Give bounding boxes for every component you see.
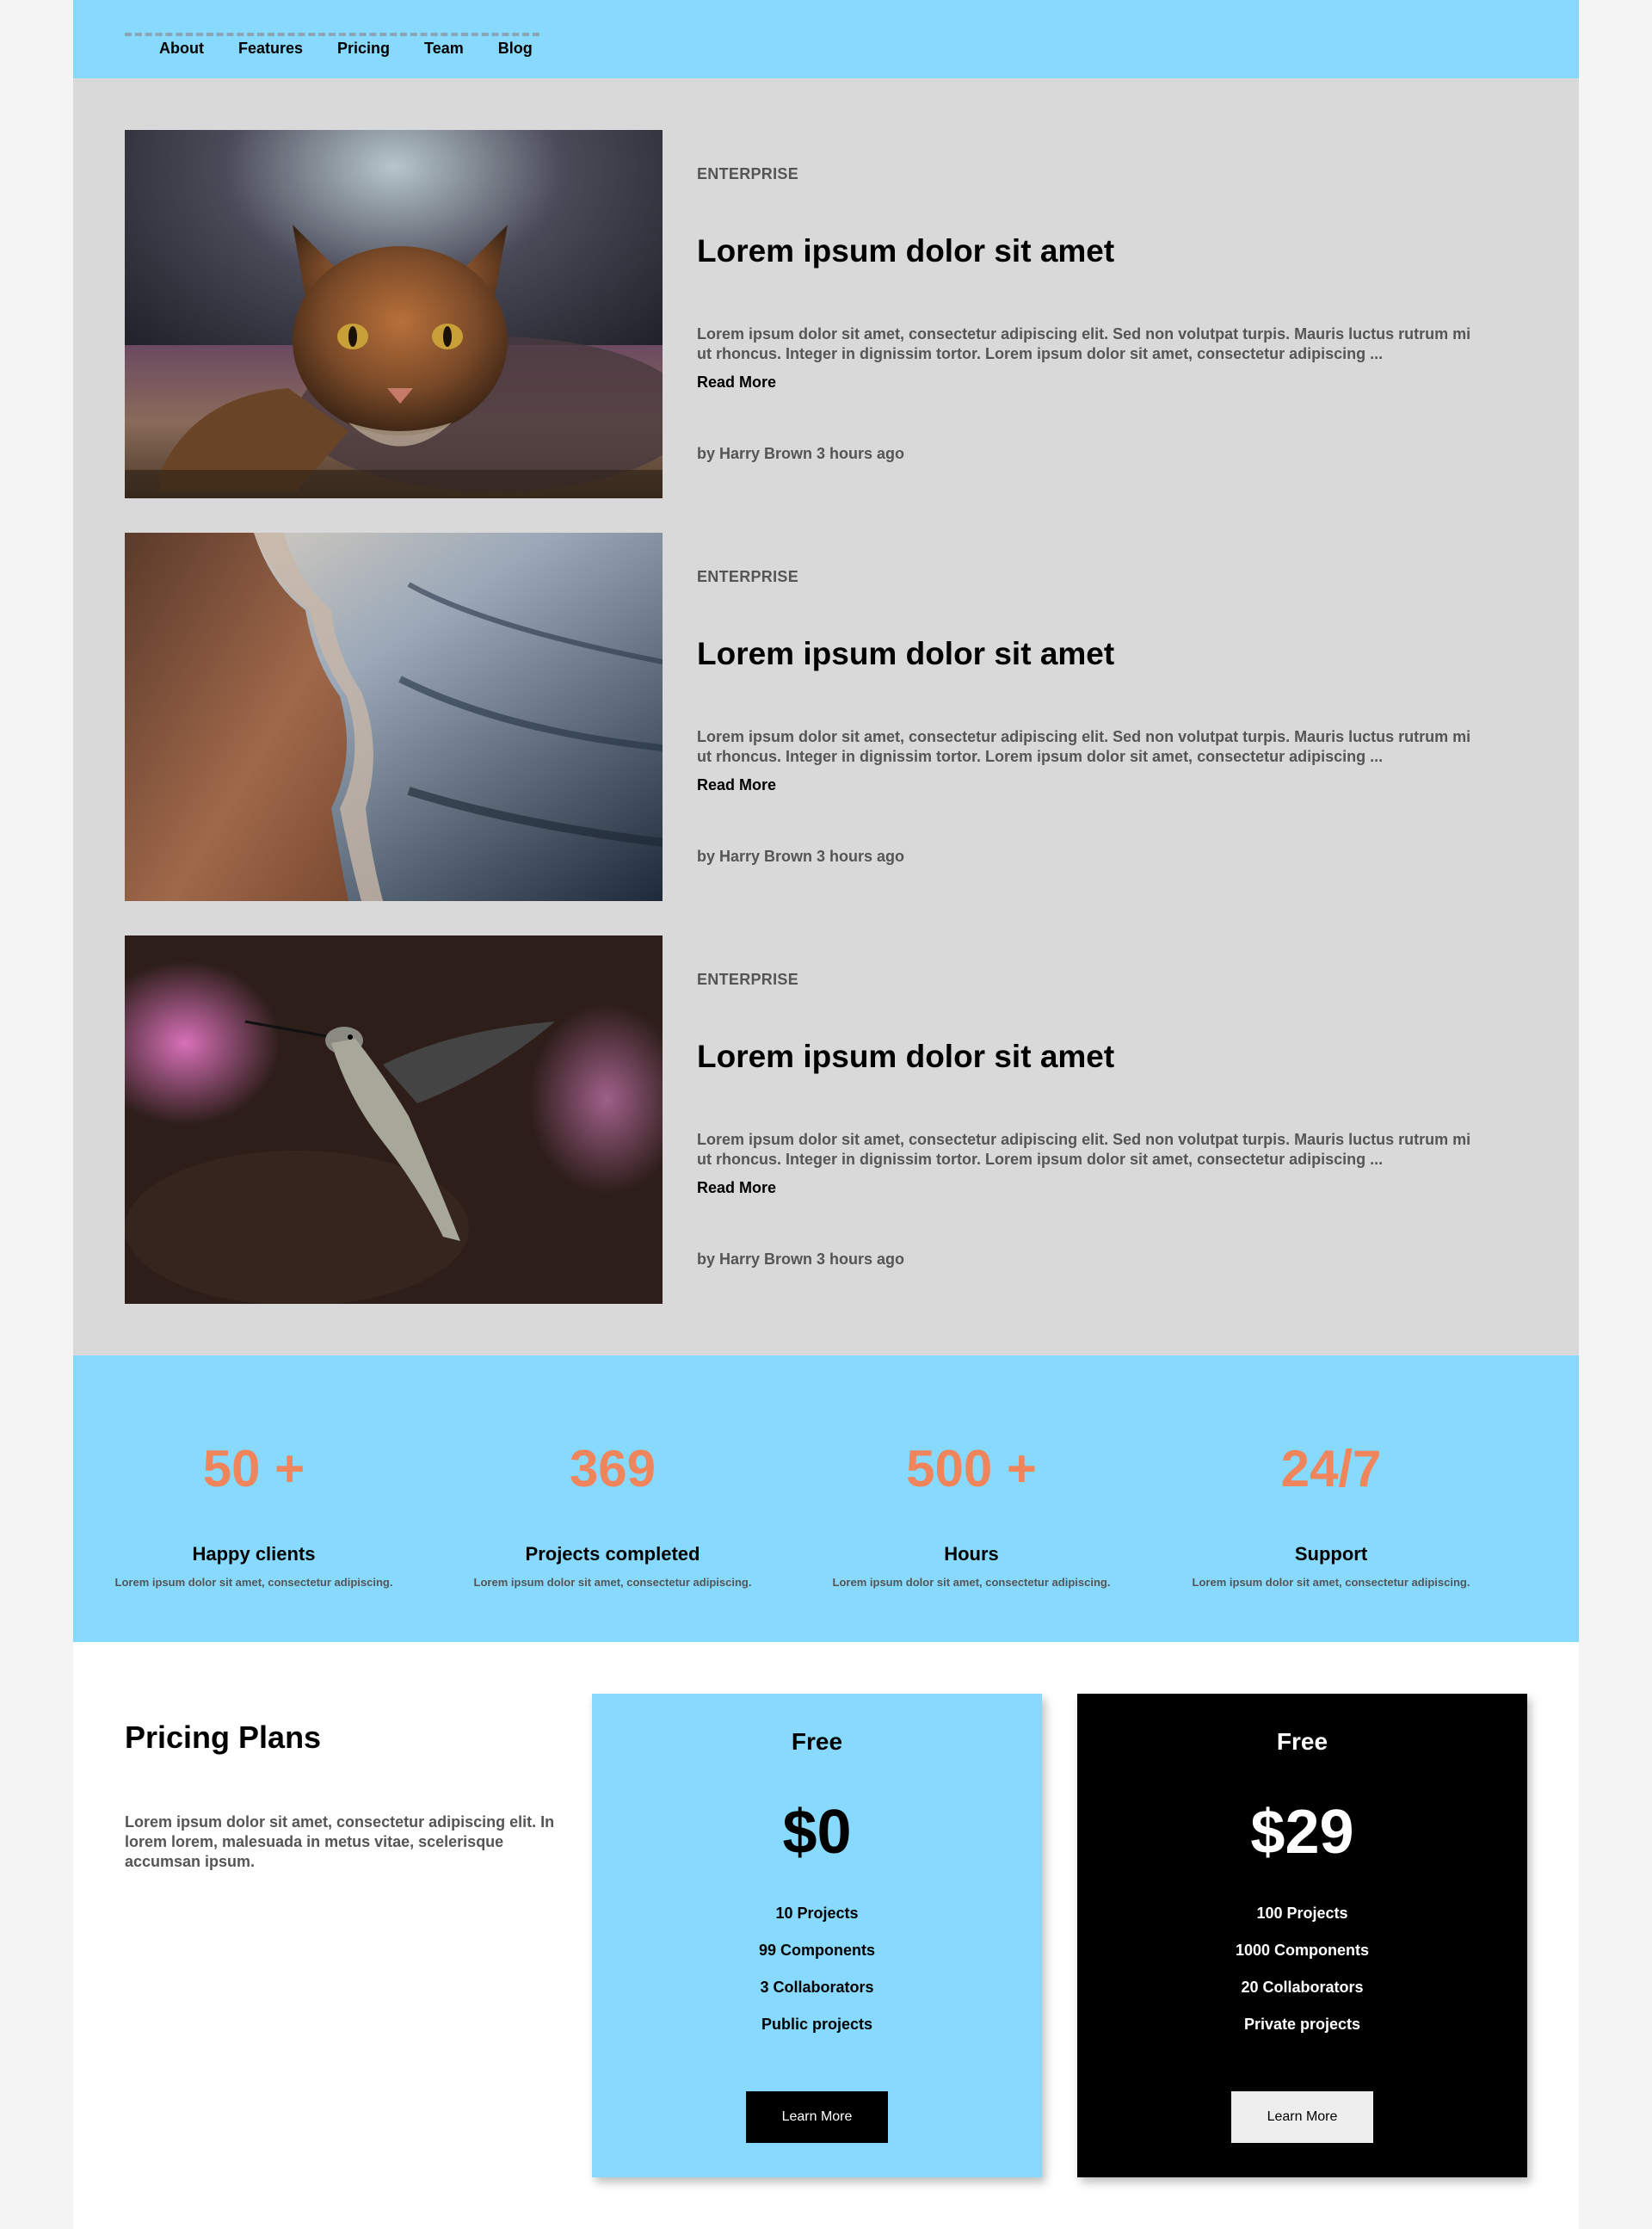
article-title[interactable]: Lorem ipsum dolor sit amet: [697, 1039, 1114, 1075]
nav-menu: About Features Pricing Team Blog: [125, 36, 539, 58]
stat-label: Projects completed: [525, 1543, 700, 1565]
read-more-link[interactable]: Read More: [697, 776, 776, 794]
plan-name: Free: [1276, 1728, 1328, 1755]
stat-number: 500 +: [906, 1440, 1037, 1497]
plan-price: $0: [782, 1798, 852, 1867]
plan-name: Free: [791, 1728, 843, 1755]
article-card: ENTERPRISE Lorem ipsum dolor sit amet Lo…: [125, 935, 1527, 1304]
stat-description: Lorem ipsum dolor sit amet, consectetur …: [1192, 1576, 1470, 1589]
article-title[interactable]: Lorem ipsum dolor sit amet: [697, 233, 1114, 269]
article-excerpt: Lorem ipsum dolor sit amet, consectetur …: [697, 728, 1471, 765]
pricing-section: Pricing Plans Lorem ipsum dolor sit amet…: [73, 1642, 1579, 2229]
article-excerpt: Lorem ipsum dolor sit amet, consectetur …: [697, 1131, 1471, 1168]
plan-feature: Public projects: [761, 2016, 873, 2033]
stats-section: 50 + Happy clients Lorem ipsum dolor sit…: [73, 1355, 1579, 1642]
pricing-plan-free: Free $0 10 Projects 99 Components 3 Coll…: [592, 1694, 1042, 2177]
stat-description: Lorem ipsum dolor sit amet, consectetur …: [832, 1576, 1111, 1589]
article-category: ENTERPRISE: [697, 971, 799, 988]
article-category: ENTERPRISE: [697, 568, 799, 585]
learn-more-button[interactable]: Learn More: [746, 2091, 888, 2143]
plan-feature: 10 Projects: [775, 1905, 859, 1922]
read-more-link[interactable]: Read More: [697, 1179, 776, 1197]
article-card: ENTERPRISE Lorem ipsum dolor sit amet Lo…: [125, 130, 1527, 498]
learn-more-button[interactable]: Learn More: [1231, 2091, 1373, 2143]
nav-item-about[interactable]: About: [159, 40, 204, 58]
plan-feature: 3 Collaborators: [760, 1979, 874, 1996]
stat-number: 369: [569, 1440, 656, 1497]
plan-feature: 20 Collaborators: [1241, 1979, 1364, 1996]
plan-feature: 100 Projects: [1256, 1905, 1348, 1922]
beach-photo[interactable]: [125, 533, 663, 901]
plan-features: 100 Projects 1000 Components 20 Collabor…: [1077, 1905, 1527, 2053]
pricing-title: Pricing Plans: [125, 1720, 322, 1755]
plan-price: $29: [1250, 1798, 1354, 1867]
plan-feature: 99 Components: [758, 1942, 876, 1959]
article-excerpt: Lorem ipsum dolor sit amet, consectetur …: [697, 325, 1471, 362]
article-card: ENTERPRISE Lorem ipsum dolor sit amet Lo…: [125, 533, 1527, 901]
article-title[interactable]: Lorem ipsum dolor sit amet: [697, 636, 1114, 672]
article-byline: by Harry Brown 3 hours ago: [697, 1250, 905, 1268]
stat-label: Happy clients: [192, 1543, 316, 1565]
top-navigation: About Features Pricing Team Blog: [73, 0, 1579, 78]
pricing-intro: Lorem ipsum dolor sit amet, consectetur …: [125, 1813, 555, 1870]
nav-item-blog[interactable]: Blog: [498, 40, 533, 58]
article-byline: by Harry Brown 3 hours ago: [697, 848, 905, 865]
plan-feature: 1000 Components: [1235, 1942, 1370, 1959]
stat-number: 50 +: [202, 1440, 305, 1497]
hummingbird-photo[interactable]: [125, 935, 663, 1304]
cat-photo[interactable]: [125, 130, 663, 498]
article-byline: by Harry Brown 3 hours ago: [697, 445, 905, 462]
plan-feature: Private projects: [1243, 2016, 1361, 2033]
nav-item-team[interactable]: Team: [424, 40, 464, 58]
article-category: ENTERPRISE: [697, 165, 799, 182]
read-more-link[interactable]: Read More: [697, 374, 776, 392]
stat-number: 24/7: [1280, 1440, 1382, 1497]
stat-label: Support: [1294, 1543, 1368, 1565]
nav-item-pricing[interactable]: Pricing: [337, 40, 390, 58]
stat-description: Lorem ipsum dolor sit amet, consectetur …: [114, 1576, 393, 1589]
nav-bar: About Features Pricing Team Blog: [125, 33, 539, 58]
nav-item-features[interactable]: Features: [238, 40, 303, 58]
stat-label: Hours: [944, 1543, 999, 1565]
stat-description: Lorem ipsum dolor sit amet, consectetur …: [473, 1576, 752, 1589]
articles-section: ENTERPRISE Lorem ipsum dolor sit amet Lo…: [73, 78, 1579, 1355]
plan-features: 10 Projects 99 Components 3 Collaborator…: [592, 1905, 1042, 2053]
pricing-plan-paid: Free $29 100 Projects 1000 Components 20…: [1077, 1694, 1527, 2177]
